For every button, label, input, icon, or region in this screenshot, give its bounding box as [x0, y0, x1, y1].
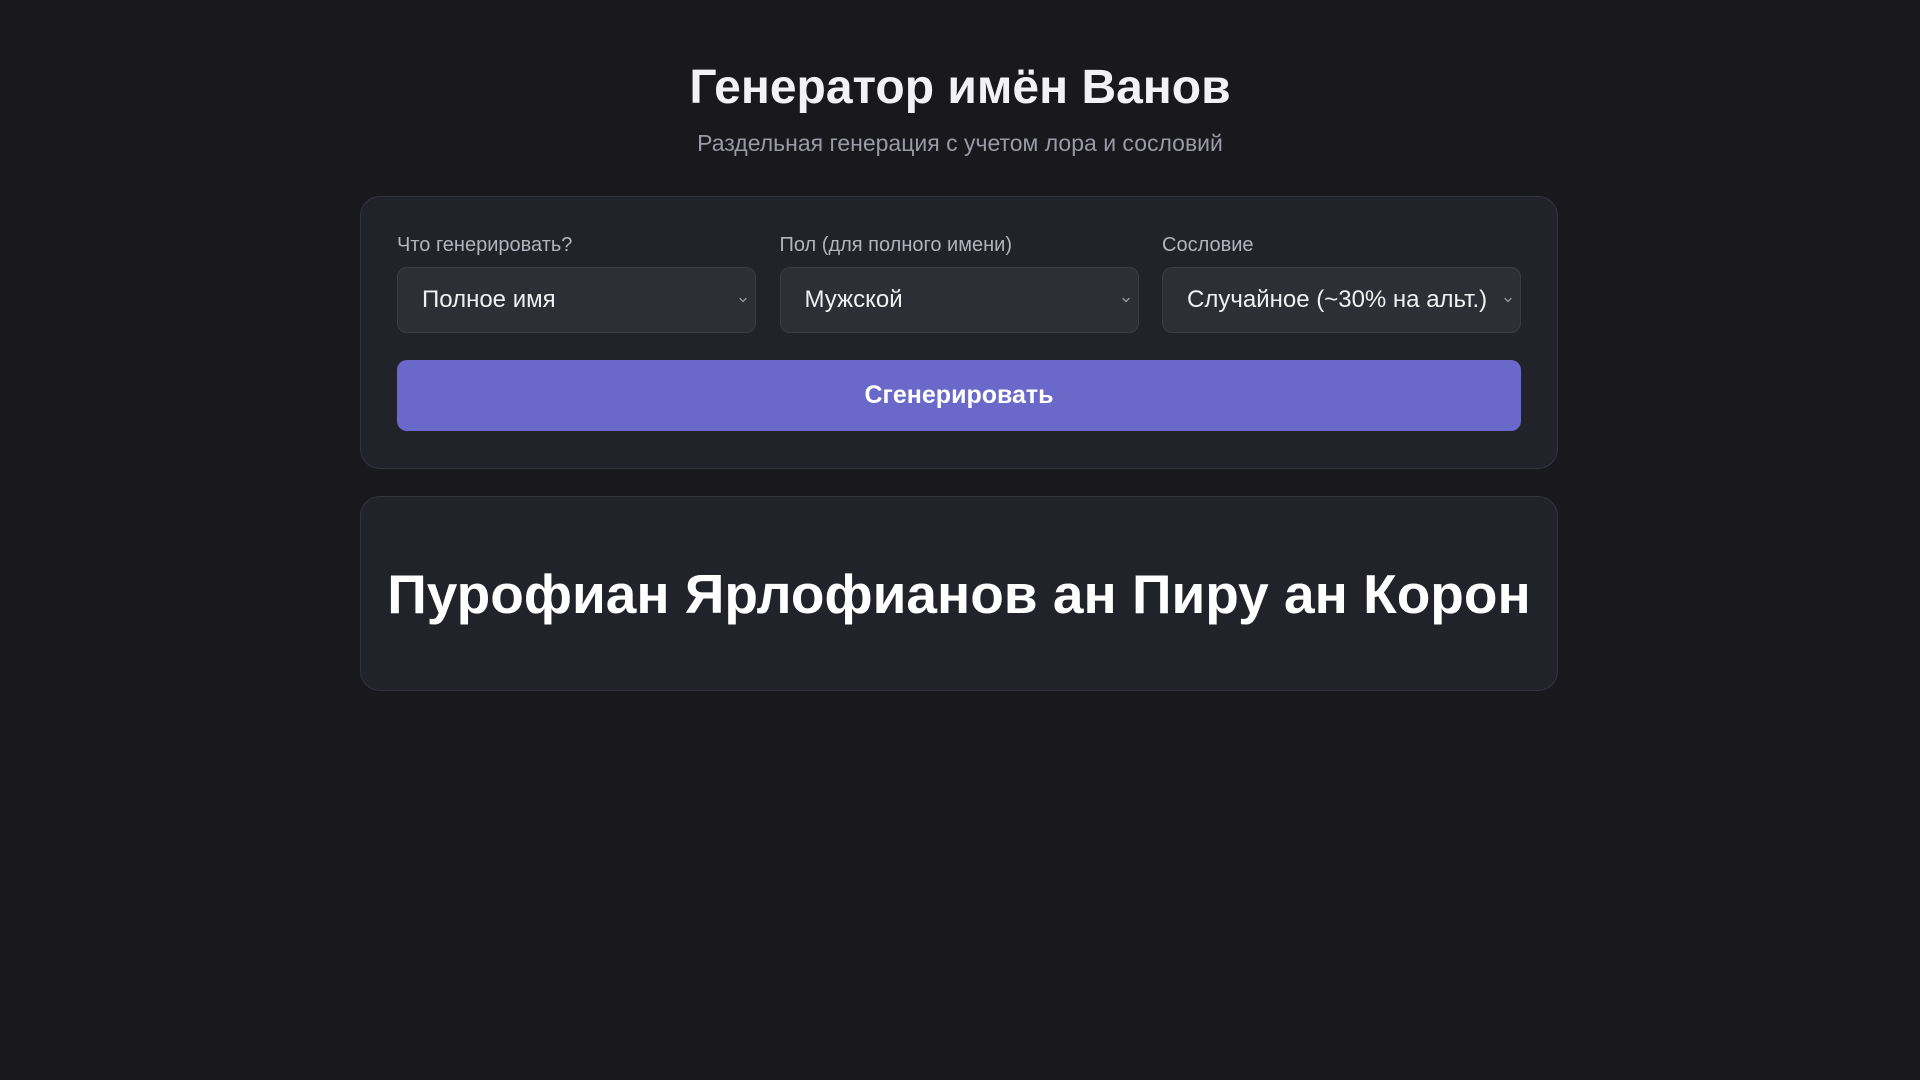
page-subtitle: Раздельная генерация с учетом лора и сос…: [697, 130, 1223, 156]
generation-type-label: Что генерировать?: [397, 234, 573, 256]
header: Генератор имён Ванов Раздельная генераци…: [0, 58, 1920, 158]
chevron-down-icon: [739, 297, 747, 303]
chevron-down-icon: [1504, 297, 1512, 303]
generation-type-select[interactable]: Полное имя: [397, 267, 756, 333]
estate-select[interactable]: Случайное (~30% на альт.): [1162, 267, 1521, 333]
gender-select[interactable]: Мужской: [779, 267, 1139, 333]
generation-type-field: Что генерировать? Полное имя: [397, 233, 756, 333]
page-title: Генератор имён Ванов: [689, 61, 1231, 114]
result-card: Пурофиан Ярлофианов ан Пиру ан Корон: [360, 496, 1558, 691]
fields-row: Что генерировать? Полное имя Пол (для по…: [397, 233, 1521, 333]
generate-button[interactable]: Сгенерировать: [397, 360, 1521, 431]
controls-card: Что генерировать? Полное имя Пол (для по…: [360, 196, 1558, 469]
generated-name: Пурофиан Ярлофианов ан Пиру ан Корон: [387, 562, 1531, 625]
estate-field: Сословие Случайное (~30% на альт.): [1162, 233, 1521, 333]
generation-type-value: Полное имя: [422, 286, 556, 313]
chevron-down-icon: [1121, 297, 1130, 303]
estate-value: Случайное (~30% на альт.): [1187, 286, 1488, 313]
gender-field: Пол (для полного имени) Мужской: [779, 233, 1139, 333]
gender-label: Пол (для полного имени): [779, 234, 1012, 256]
estate-label: Сословие: [1162, 234, 1254, 256]
page: Генератор имён Ванов Раздельная генераци…: [0, 0, 1920, 1080]
gender-value: Мужской: [804, 286, 903, 313]
